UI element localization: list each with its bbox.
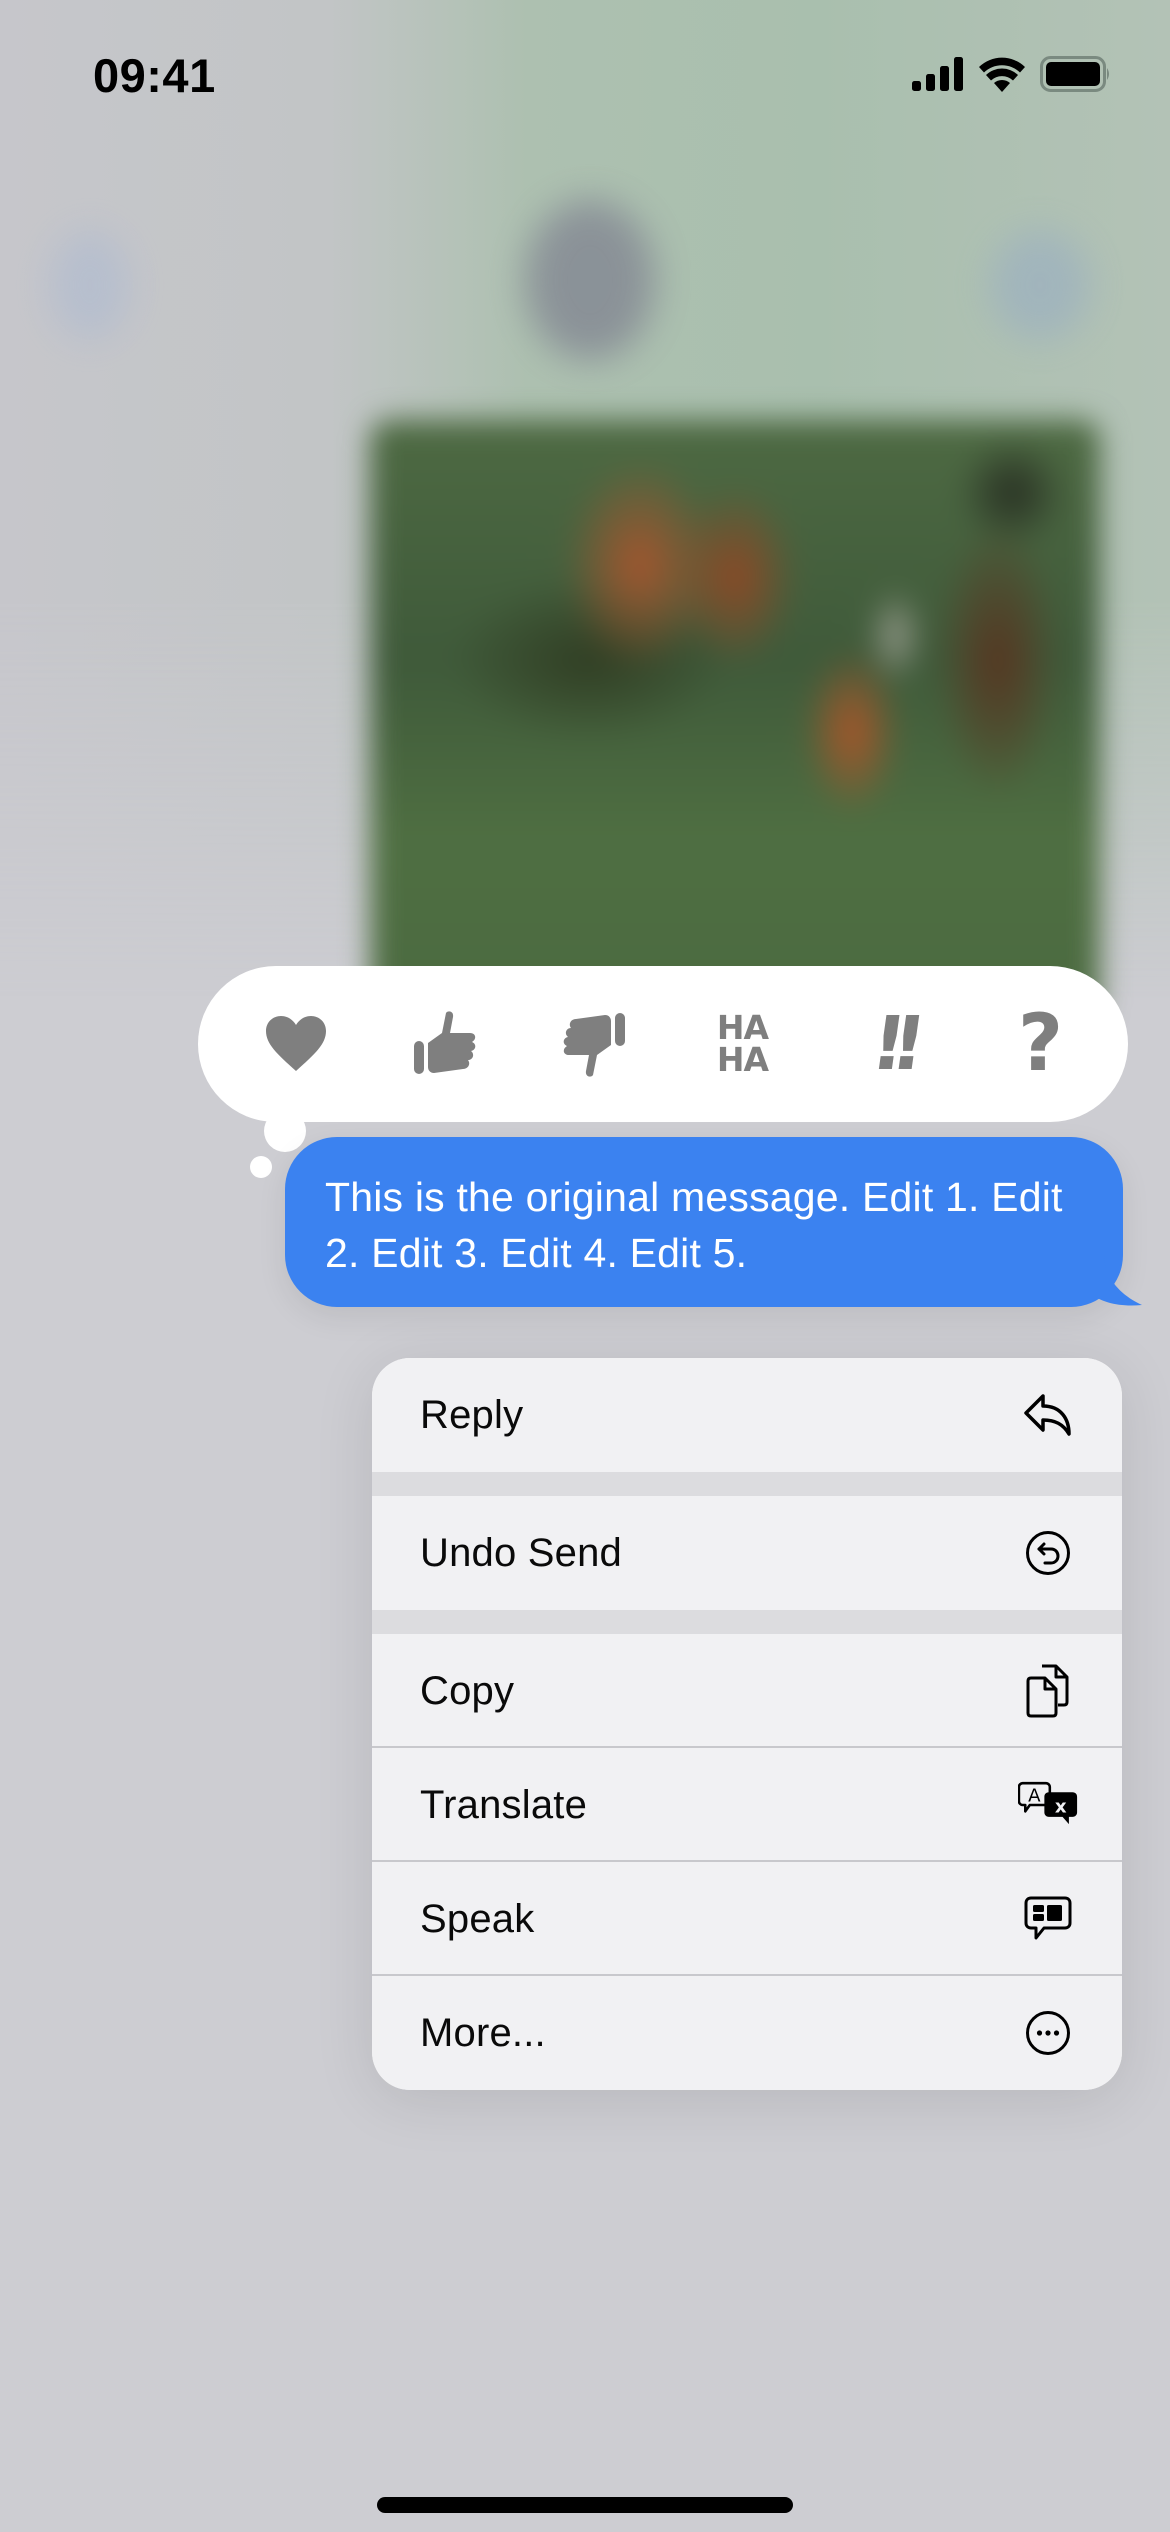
menu-item-more[interactable]: More... [372,1976,1122,2090]
menu-item-label: Copy [420,1668,515,1713]
menu-item-label: Reply [420,1392,524,1437]
haha-icon: HA HA [716,1011,769,1079]
reaction-heart-button[interactable] [238,989,353,1099]
translate-icon: A x [1018,1775,1078,1835]
reaction-thumbs-down-button[interactable] [536,989,651,1099]
menu-item-reply[interactable]: Reply [372,1358,1122,1472]
menu-item-undo-send[interactable]: Undo Send [372,1496,1122,1610]
menu-item-label: More... [420,2010,546,2055]
thumbs-up-icon [413,1011,475,1074]
contact-avatar [525,200,655,360]
blurred-photo-attachment [370,420,1100,1020]
video-call-icon [990,230,1090,340]
message-text: This is the original message. Edit 1. Ed… [325,1174,1063,1276]
battery-icon [1040,56,1109,92]
status-icons [912,56,1112,92]
reaction-question-button[interactable]: ? [983,989,1098,1099]
speak-bubble-icon [1018,1889,1078,1949]
thumbs-down-icon [563,1013,625,1077]
tapback-reaction-bar: HA HA !! ? [198,966,1128,1122]
more-ellipsis-icon [1018,2003,1078,2063]
tapback-tail-dot-large [264,1110,306,1152]
status-time: 09:41 [93,49,216,102]
menu-item-copy[interactable]: Copy [372,1634,1122,1748]
tapback-tail-dot-small [250,1156,272,1178]
svg-text:x: x [1055,1796,1067,1817]
question-mark-icon: ? [1017,999,1064,1089]
menu-item-label: Translate [420,1782,588,1827]
heart-icon [265,1016,326,1071]
status-bar: 09:41 [0,0,1170,150]
menu-item-speak[interactable]: Speak [372,1862,1122,1976]
haha-line-2: HA [716,1040,769,1079]
home-indicator[interactable] [377,2497,793,2513]
reply-arrow-icon [1018,1385,1078,1445]
reaction-haha-button[interactable]: HA HA [685,989,800,1099]
message-bubble-tail [1090,1255,1142,1306]
menu-section-separator [372,1472,1122,1496]
menu-item-translate[interactable]: Translate A x [372,1748,1122,1862]
cellular-signal-icon [912,57,963,91]
svg-text:A: A [1028,1785,1041,1806]
menu-section-separator [372,1610,1122,1634]
wifi-icon [979,57,1025,92]
reaction-thumbs-up-button[interactable] [387,989,502,1099]
undo-send-icon [1018,1523,1078,1583]
menu-item-label: Speak [420,1896,535,1941]
double-exclamation-icon: !! [865,1001,918,1087]
copy-documents-icon [1018,1661,1078,1721]
reaction-emphasize-button[interactable]: !! [834,989,949,1099]
menu-item-label: Undo Send [420,1530,622,1575]
sent-message-bubble[interactable]: This is the original message. Edit 1. Ed… [285,1137,1123,1307]
message-context-menu: Reply Undo Send Copy Translate A x Speak… [372,1358,1122,2090]
back-icon [50,230,130,340]
